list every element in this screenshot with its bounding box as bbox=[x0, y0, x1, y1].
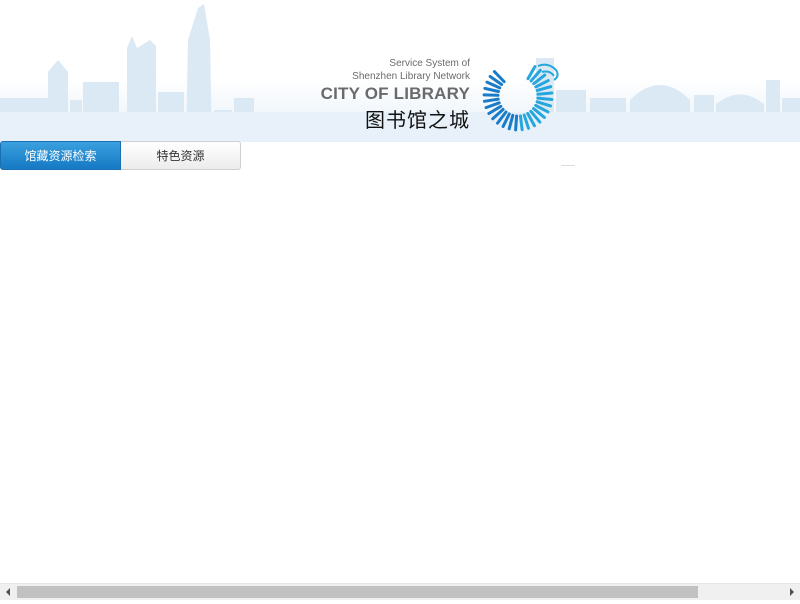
logo-ray bbox=[509, 115, 513, 129]
logo-title-cn: 图书馆之城 bbox=[365, 104, 470, 133]
header-banner: Service System of Shenzhen Library Netwo… bbox=[0, 0, 800, 142]
scrollbar-thumb[interactable] bbox=[17, 586, 698, 598]
tab-bar: 馆藏资源检索 特色资源 bbox=[0, 141, 241, 171]
divider bbox=[561, 165, 575, 166]
logo-ray bbox=[537, 102, 550, 106]
logo-ray bbox=[484, 99, 498, 101]
tab-collection-search[interactable]: 馆藏资源检索 bbox=[0, 141, 121, 170]
logo-ray bbox=[520, 116, 522, 130]
arrow-left-icon[interactable] bbox=[0, 584, 16, 600]
logo-ray bbox=[538, 98, 552, 99]
logo-title-en: CITY OF LIBRARY bbox=[321, 84, 470, 104]
tab-special-resources[interactable]: 特色资源 bbox=[121, 141, 241, 170]
logo-ray bbox=[524, 115, 528, 128]
logo-subtitle-line2: Shenzhen Library Network bbox=[352, 71, 470, 82]
horizontal-scrollbar[interactable] bbox=[0, 583, 800, 600]
arrow-right-icon[interactable] bbox=[784, 584, 800, 600]
logo-subtitle-line1: Service System of bbox=[389, 58, 470, 69]
logo-ray bbox=[538, 93, 552, 94]
logo-ray bbox=[485, 88, 499, 91]
library-logo-icon bbox=[480, 58, 572, 134]
logo-ray bbox=[516, 116, 517, 130]
logo-ray bbox=[537, 87, 550, 91]
